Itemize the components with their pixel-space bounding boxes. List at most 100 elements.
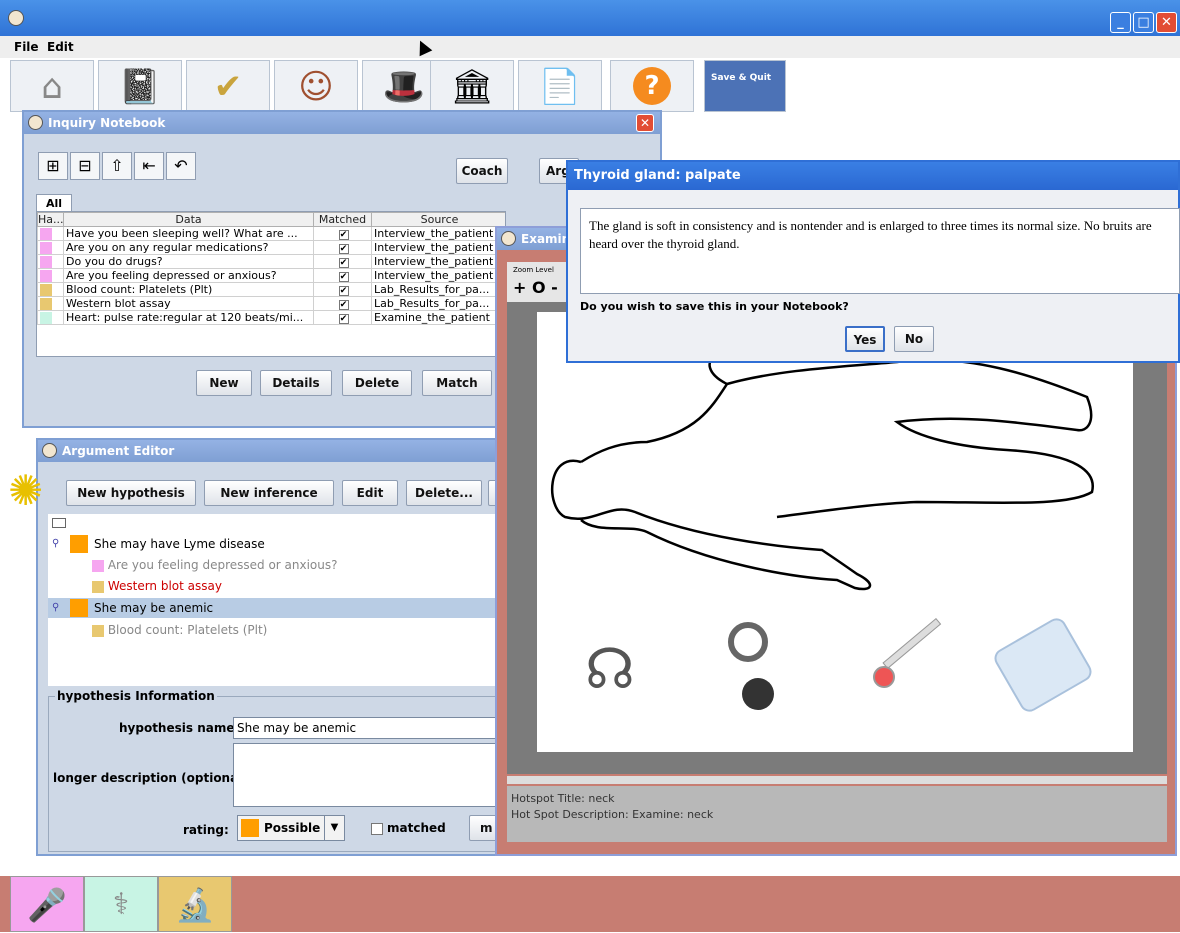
undo-icon[interactable]: ↶ (166, 152, 196, 180)
matched-checkbox[interactable]: ✔ (338, 258, 349, 268)
menu-edit[interactable]: Edit (47, 40, 74, 54)
table-row[interactable]: Blood count: Platelets (Plt) ✔ Lab_Results… (37, 282, 505, 297)
checklist-button[interactable]: ✔ (186, 60, 270, 112)
matched-checkbox[interactable]: ✔ (338, 244, 349, 254)
row-data-cell: Do you do drugs? (63, 254, 314, 269)
matched-label: matched (387, 821, 446, 835)
expand-toggle-icon[interactable]: ⚲ (52, 534, 59, 554)
maximize-button[interactable]: □ (1133, 12, 1154, 33)
edit-button[interactable]: Edit (342, 480, 398, 506)
microphone-icon[interactable]: 🎤 (10, 876, 84, 932)
splitter-handle[interactable] (507, 776, 1167, 784)
rating-value: Possible (264, 821, 321, 835)
evidence-label: Blood count: Platelets (Plt) (107, 623, 268, 637)
tree-hypothesis-lyme[interactable]: ⚲ She may have Lyme disease (48, 534, 500, 554)
table-row[interactable]: Western blot assay ✔ Lab_Results_for_pa... (37, 296, 505, 311)
delete-button[interactable]: Delete (342, 370, 412, 396)
dialog-message: The gland is soft in consistency and is … (580, 208, 1180, 294)
expand-toggle-icon[interactable]: ⚲ (52, 598, 59, 618)
delete-hypothesis-button[interactable]: Delete... (406, 480, 482, 506)
tab-all[interactable]: All (36, 194, 72, 212)
rating-label: rating: (183, 823, 229, 837)
hotspot-title: Hotspot Title: neck (511, 792, 615, 805)
coach-button[interactable]: Coach (456, 158, 508, 184)
library-button[interactable]: 🏛 (430, 60, 514, 112)
remove-item-icon[interactable]: ⊟ (70, 152, 100, 180)
patient-button[interactable]: ☺ (274, 60, 358, 112)
table-row[interactable]: Do you do drugs? ✔ Interview_the_patient (37, 254, 505, 269)
save-quit-button[interactable]: Save & Quit (704, 60, 786, 112)
details-button[interactable]: Details (260, 370, 332, 396)
new-hypothesis-button[interactable]: New hypothesis (66, 480, 196, 506)
move-up-icon[interactable]: ⇧ (102, 152, 132, 180)
column-header-ha[interactable]: Ha... (37, 212, 64, 227)
matched-checkbox[interactable] (371, 823, 383, 835)
tree-hypothesis-anemic[interactable]: ⚲ She may be anemic (48, 598, 500, 618)
thyroid-dialog: Thyroid gland: palpate The gland is soft… (566, 160, 1180, 363)
new-inference-button[interactable]: New inference (204, 480, 334, 506)
menu-file[interactable]: File (14, 40, 39, 54)
microscope-icon (92, 624, 104, 637)
add-item-icon[interactable]: ⊞ (38, 152, 68, 180)
tree-evidence-blood-count[interactable]: Blood count: Platelets (Plt) (92, 620, 267, 640)
table-row[interactable]: Heart: pulse rate:regular at 120 beats/m… (37, 310, 505, 325)
library-building-icon: 🏛 (450, 67, 494, 107)
microscope-icon (40, 284, 52, 296)
table-row[interactable]: Are you feeling depressed or anxious? ✔ In… (37, 268, 505, 283)
close-icon[interactable]: ✕ (636, 114, 654, 132)
tree-evidence-depressed[interactable]: Are you feeling depressed or anxious? (92, 555, 338, 575)
close-app-button[interactable]: ✕ (1156, 12, 1177, 33)
column-header-matched[interactable]: Matched (313, 212, 372, 227)
row-type-cell (37, 240, 64, 255)
row-data-cell: Are you on any regular medications? (63, 240, 314, 255)
row-type-cell (37, 282, 64, 297)
help-button[interactable]: ? (610, 60, 694, 112)
new-button[interactable]: New (196, 370, 252, 396)
no-button[interactable]: No (894, 326, 934, 352)
stethoscope-icon[interactable]: ☊ (585, 622, 645, 718)
minimize-button[interactable]: _ (1110, 12, 1131, 33)
notebook-icon: 📓 (118, 67, 162, 107)
matched-checkbox[interactable]: ✔ (338, 286, 349, 296)
matched-checkbox[interactable]: ✔ (338, 272, 349, 282)
window-title: Examin (521, 232, 571, 246)
app-icon (8, 10, 24, 26)
column-header-source[interactable]: Source (371, 212, 505, 227)
matched-checkbox[interactable]: ✔ (338, 230, 349, 240)
argument-editor-window: Argument Editor New hypothesis New infer… (36, 438, 509, 856)
chevron-down-icon[interactable]: ▼ (324, 816, 344, 840)
argument-editor-titlebar: Argument Editor (38, 440, 504, 462)
main-toolbar: ⌂ 📓 ✔ ☺ 🎩 🏛 📄 ? Save & Quit (10, 60, 800, 112)
column-header-data[interactable]: Data (63, 212, 314, 227)
sun-icon: ✺ (8, 466, 44, 515)
window-title: Inquiry Notebook (48, 116, 166, 130)
row-data-cell: Heart: pulse rate:regular at 120 beats/m… (63, 310, 314, 325)
house-icon: ⌂ (41, 67, 63, 107)
microscope-icon (92, 580, 104, 593)
dialog-question: Do you wish to save this in your Noteboo… (580, 300, 849, 313)
hypothesis-name-input[interactable]: She may be anemic (233, 717, 503, 739)
report-button[interactable]: 📄 (518, 60, 602, 112)
rating-select[interactable]: Possible ▼ (237, 815, 345, 841)
matched-checkbox[interactable]: ✔ (338, 300, 349, 310)
table-row[interactable]: Are you on any regular medications? ✔ Inte… (37, 240, 505, 255)
table-row[interactable]: Have you been sleeping well? What are ..… (37, 226, 505, 241)
home-button[interactable]: ⌂ (10, 60, 94, 112)
zoom-controls[interactable]: + O - (513, 278, 558, 297)
blood-pressure-cuff-icon[interactable] (722, 622, 792, 722)
argument-tree: ⚲ She may have Lyme disease Are you feel… (48, 514, 500, 686)
row-matched-cell: ✔ (313, 254, 372, 269)
body-exam-icon[interactable]: ⚕ (84, 876, 158, 932)
match-button[interactable]: Match (422, 370, 492, 396)
report-icon: 📄 (538, 67, 582, 107)
microscope-icon[interactable]: 🔬 (158, 876, 232, 932)
move-in-icon[interactable]: ⇤ (134, 152, 164, 180)
description-textarea[interactable] (233, 743, 503, 807)
patient-portrait-icon: ☺ (298, 67, 334, 107)
yes-button[interactable]: Yes (845, 326, 885, 352)
matched-checkbox[interactable]: ✔ (338, 314, 349, 324)
notebook-button[interactable]: 📓 (98, 60, 182, 112)
thermometer-icon[interactable] (867, 617, 947, 702)
row-matched-cell: ✔ (313, 296, 372, 311)
tree-evidence-western-blot[interactable]: Western blot assay (92, 576, 222, 596)
